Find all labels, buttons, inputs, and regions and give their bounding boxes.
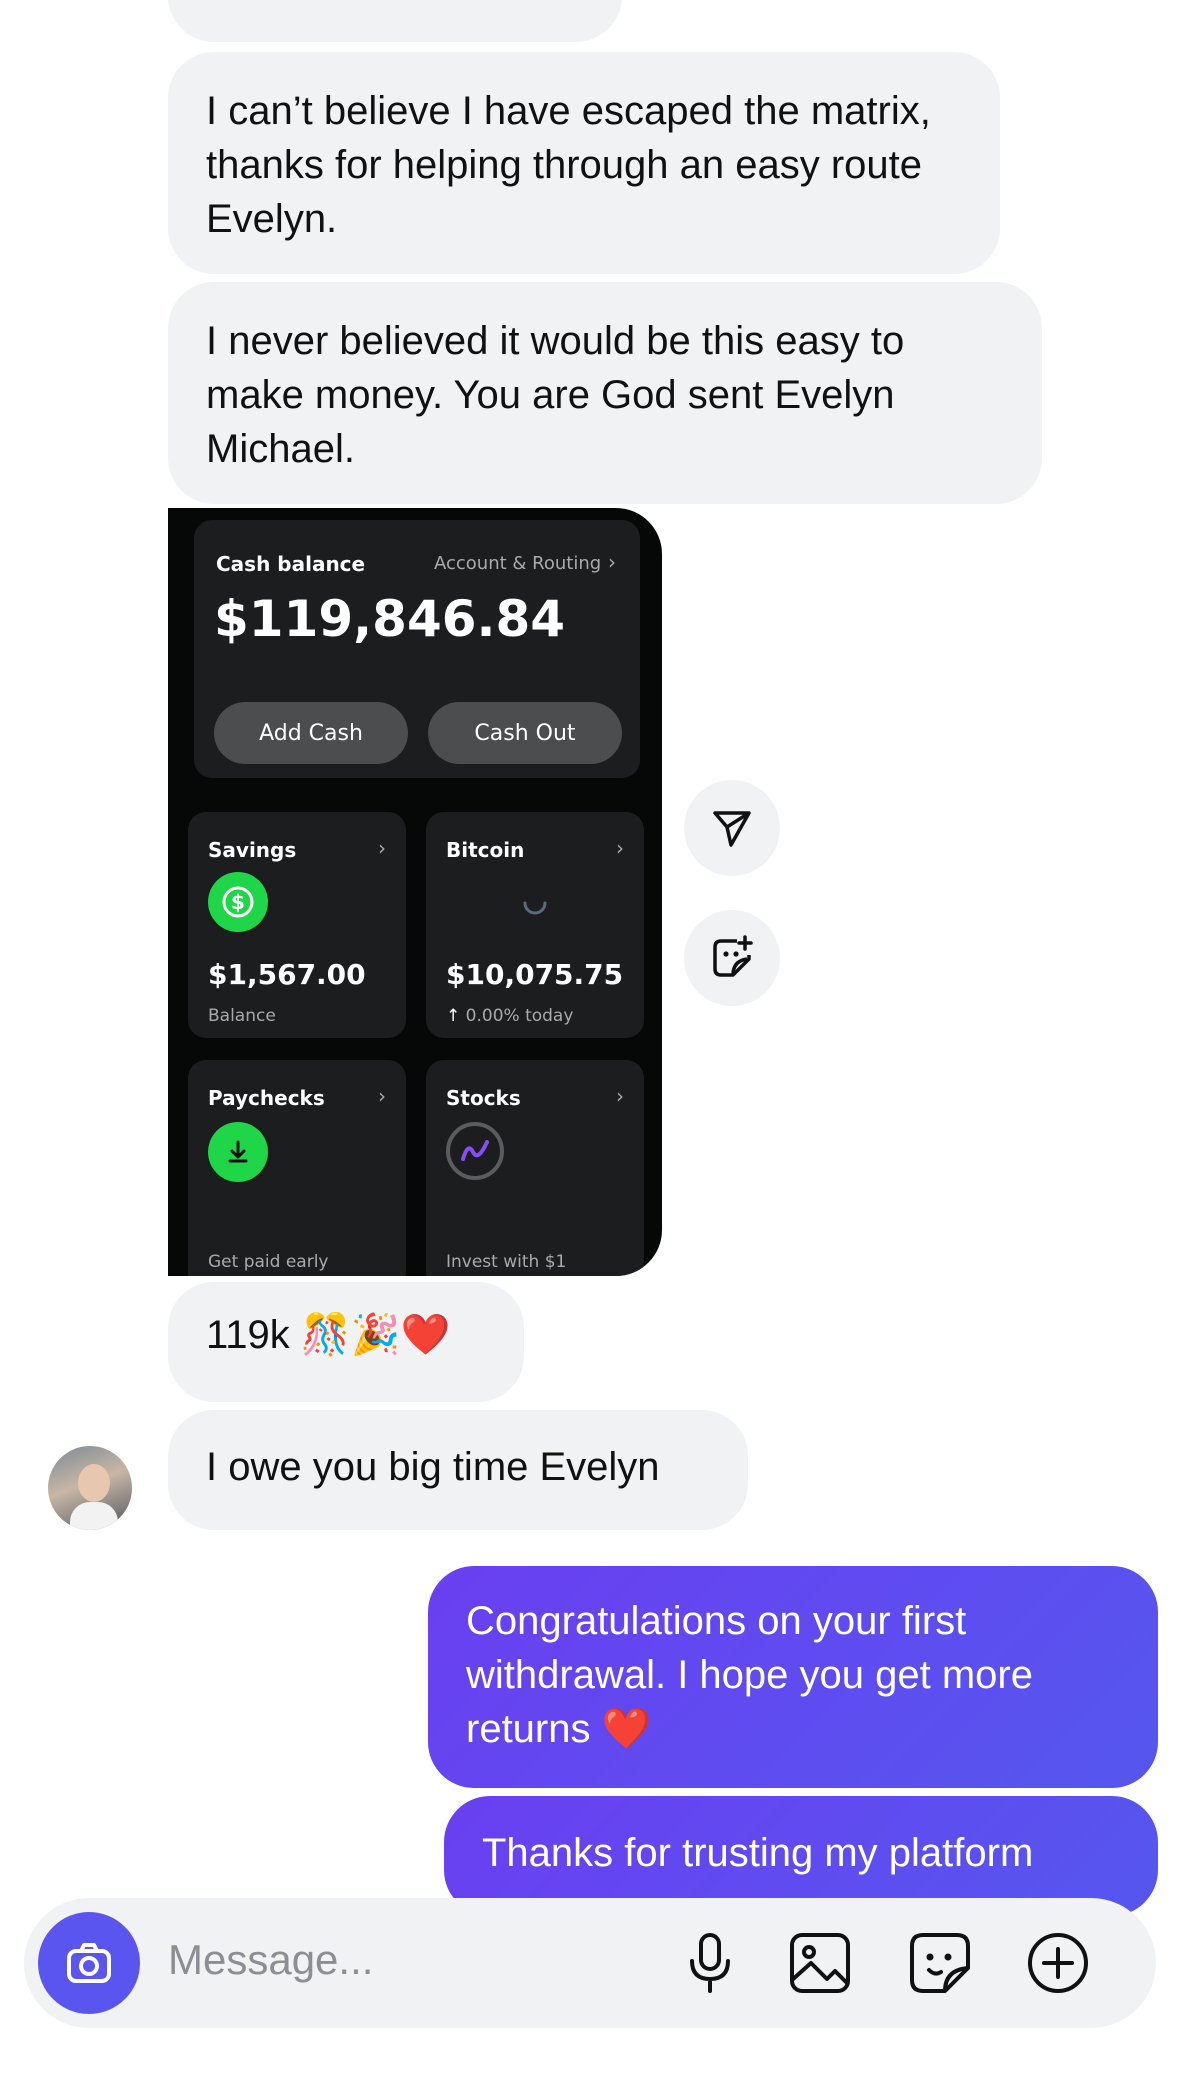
- message-input[interactable]: Message...: [168, 1936, 373, 1984]
- bitcoin-card: Bitcoin › $10,075.75 ↑ 0.00% today: [426, 812, 644, 1038]
- download-icon: [208, 1122, 268, 1182]
- more-button[interactable]: [1024, 1929, 1092, 1997]
- chevron-right-icon: ›: [616, 1084, 624, 1108]
- shared-image-cash-app[interactable]: Cash balance Account & Routing › $119,84…: [168, 508, 662, 1276]
- message-text: Congratulations on your first withdrawal…: [466, 1599, 1033, 1751]
- voice-button[interactable]: [676, 1929, 744, 1997]
- previous-message-bubble: [168, 0, 622, 42]
- message-bubble-incoming[interactable]: 119k 🎊🎉❤️: [168, 1282, 524, 1402]
- chevron-right-icon: ›: [378, 1084, 386, 1108]
- stocks-sub: Invest with $1: [446, 1252, 567, 1272]
- message-text: I can’t believe I have escaped the matri…: [206, 89, 931, 241]
- cash-balance-card: Cash balance Account & Routing › $119,84…: [194, 520, 640, 778]
- chevron-right-icon: ›: [616, 836, 624, 860]
- paychecks-title: Paychecks: [208, 1086, 325, 1110]
- message-bubble-incoming[interactable]: I can’t believe I have escaped the matri…: [168, 52, 1000, 274]
- message-bubble-incoming[interactable]: I owe you big time Evelyn: [168, 1410, 748, 1530]
- send-icon: [713, 811, 751, 847]
- loading-spinner-icon: [523, 901, 547, 915]
- cash-out-button: Cash Out: [428, 702, 622, 764]
- sticker-button[interactable]: [906, 1929, 974, 1997]
- chevron-right-icon: ›: [608, 550, 616, 574]
- sticker-icon: [910, 1933, 970, 1993]
- message-bubble-incoming[interactable]: I never believed it would be this easy t…: [168, 282, 1042, 504]
- stocks-icon: [446, 1122, 504, 1180]
- stocks-card: Stocks › Invest with $1: [426, 1060, 644, 1276]
- account-routing-link: Account & Routing: [434, 553, 602, 574]
- add-cash-button: Add Cash: [214, 702, 408, 764]
- camera-button[interactable]: [38, 1912, 140, 2014]
- chevron-right-icon: ›: [378, 836, 386, 860]
- message-bubble-outgoing[interactable]: Congratulations on your first withdrawal…: [428, 1566, 1158, 1788]
- savings-card: Savings › $ $1,567.00 Balance: [188, 812, 406, 1038]
- react-sticker-button[interactable]: [684, 910, 780, 1006]
- message-text: I never believed it would be this easy t…: [206, 319, 905, 471]
- paychecks-card: Paychecks › Get paid early: [188, 1060, 406, 1276]
- arrow-up-icon: ↑: [446, 1006, 461, 1026]
- message-text: I owe you big time Evelyn: [206, 1445, 660, 1489]
- savings-amount: $1,567.00: [208, 958, 366, 991]
- dollar-icon: $: [208, 872, 268, 932]
- plus-circle-icon: [1028, 1933, 1088, 1993]
- sticker-icon: [713, 935, 753, 977]
- avatar[interactable]: [48, 1446, 132, 1530]
- message-composer: Message...: [24, 1898, 1156, 2028]
- message-text: Thanks for trusting my platform: [482, 1831, 1034, 1875]
- gallery-icon: [790, 1933, 850, 1993]
- stocks-title: Stocks: [446, 1086, 521, 1110]
- bitcoin-sub-row: ↑ 0.00% today: [446, 1006, 573, 1026]
- cash-balance-amount: $119,846.84: [214, 590, 566, 648]
- cash-balance-label: Cash balance: [216, 552, 366, 576]
- bitcoin-sub: 0.00% today: [465, 1006, 574, 1026]
- camera-icon: [67, 1943, 111, 1983]
- svg-text:$: $: [231, 890, 245, 914]
- bitcoin-amount: $10,075.75: [446, 958, 624, 991]
- gallery-button[interactable]: [786, 1929, 854, 1997]
- message-text: 119k 🎊🎉❤️: [206, 1313, 451, 1357]
- bitcoin-title: Bitcoin: [446, 838, 525, 862]
- share-button[interactable]: [684, 780, 780, 876]
- savings-sub: Balance: [208, 1006, 276, 1026]
- paychecks-sub: Get paid early: [208, 1252, 329, 1272]
- savings-title: Savings: [208, 838, 297, 862]
- microphone-icon: [690, 1933, 730, 1993]
